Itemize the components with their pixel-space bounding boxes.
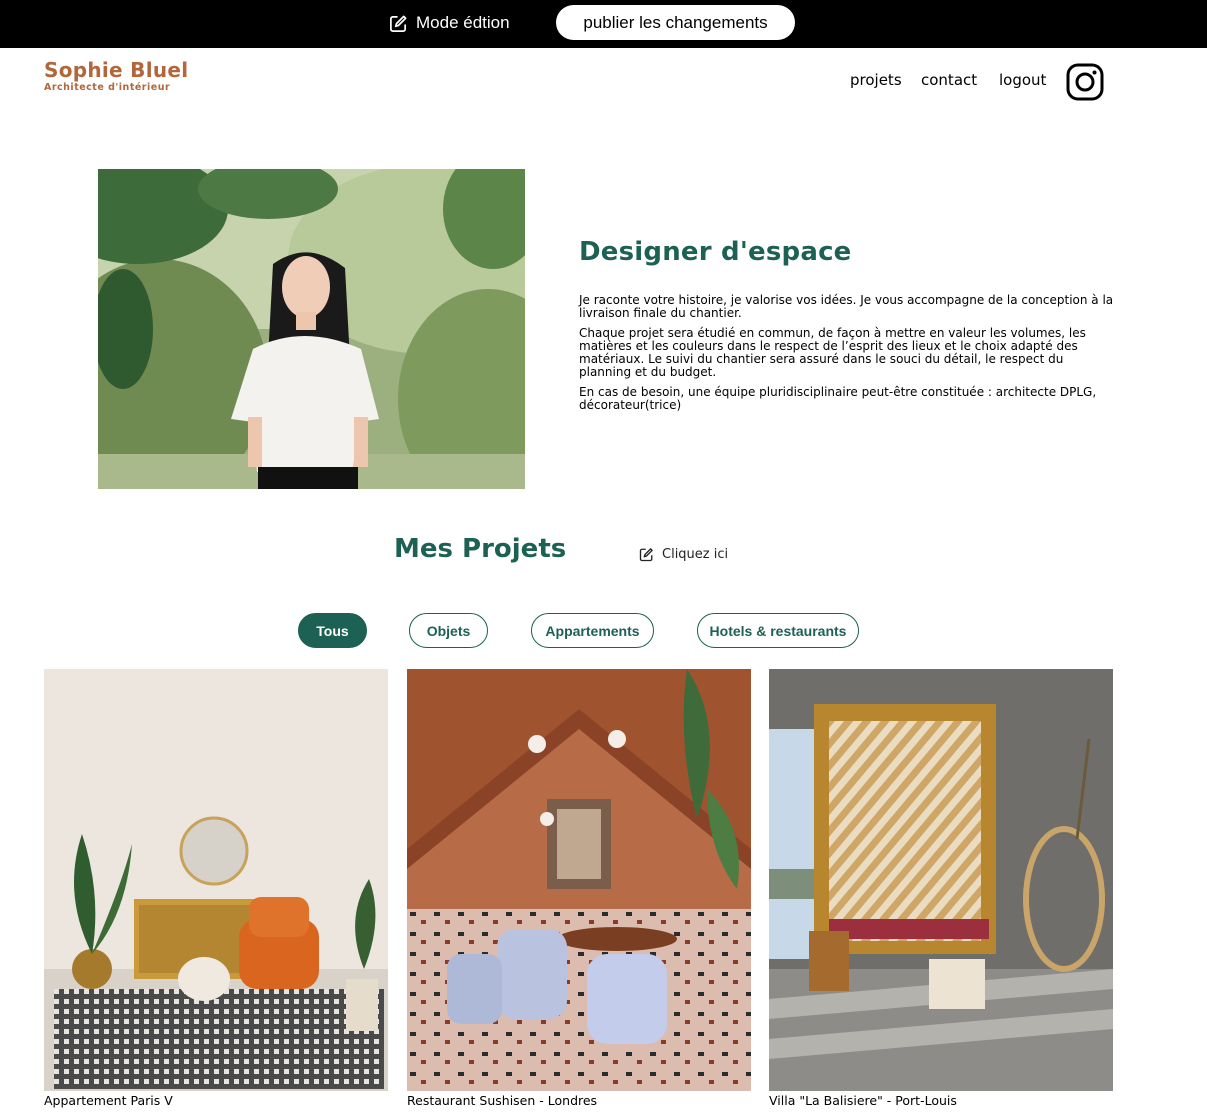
nav-contact-link[interactable]: contact <box>921 73 977 88</box>
project-card[interactable]: Restaurant Sushisen - Londres <box>407 669 751 1108</box>
edit-mode-label: Mode édtion <box>416 13 510 32</box>
edit-projects-link[interactable]: Cliquez ici <box>639 546 728 562</box>
publish-changes-button[interactable]: publier les changements <box>556 5 795 40</box>
project-card[interactable]: Appartement Paris V <box>44 669 388 1108</box>
intro-paragraph: En cas de besoin, une équipe pluridiscip… <box>579 385 1097 412</box>
project-caption: Villa "La Balisiere" - Port-Louis <box>769 1093 957 1108</box>
nav-projets-link[interactable]: projets <box>850 73 902 88</box>
filter-objets-button[interactable]: Objets <box>409 613 488 648</box>
nav-logout-link[interactable]: logout <box>999 73 1046 88</box>
intro-paragraph: Chaque projet sera étudié en commun, de … <box>579 326 1086 379</box>
project-image <box>407 669 751 1091</box>
intro-title: Designer d'espace <box>579 237 852 267</box>
project-caption: Restaurant Sushisen - Londres <box>407 1093 598 1108</box>
instagram-icon[interactable] <box>1066 63 1104 101</box>
filter-tous-button[interactable]: Tous <box>298 613 367 648</box>
portrait-photo <box>98 169 525 489</box>
edit-icon <box>389 14 408 33</box>
filter-appartements-button[interactable]: Appartements <box>531 613 654 648</box>
project-image <box>44 669 388 1091</box>
filter-hotels-restaurants-button[interactable]: Hotels & restaurants <box>697 613 859 648</box>
project-card[interactable]: Villa "La Balisiere" - Port-Louis <box>769 669 1113 1108</box>
project-caption: Appartement Paris V <box>44 1093 173 1108</box>
logo-subtitle: Architecte d'intérieur <box>44 82 171 93</box>
intro-paragraph: Je raconte votre histoire, je valorise v… <box>579 293 1114 320</box>
projects-title: Mes Projets <box>394 534 567 564</box>
logo-title: Sophie Bluel <box>44 58 189 82</box>
edit-icon <box>639 547 654 562</box>
intro-text: Je raconte votre histoire, je valorise v… <box>579 294 1119 419</box>
project-image <box>769 669 1113 1091</box>
edit-mode-indicator[interactable]: Mode édtion <box>389 12 510 34</box>
edit-mode-bar: Mode édtion publier les changements <box>0 0 1207 48</box>
edit-projects-label: Cliquez ici <box>662 546 729 562</box>
